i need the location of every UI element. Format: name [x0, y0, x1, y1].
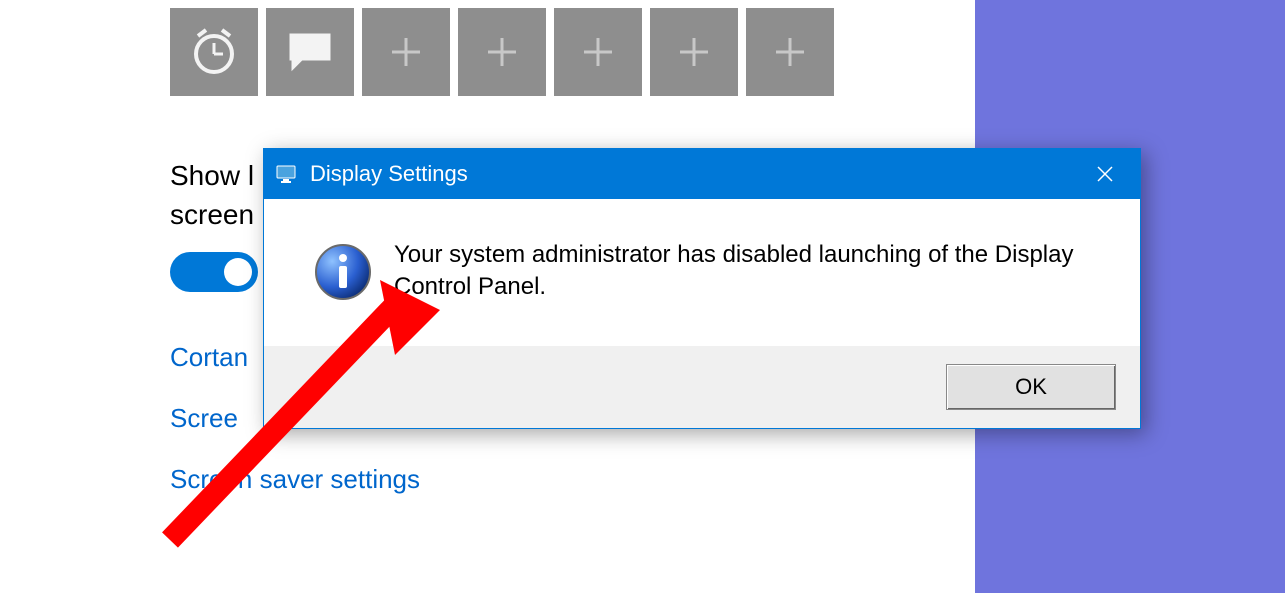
comment-icon: [284, 26, 336, 78]
tile-add-4[interactable]: [650, 8, 738, 96]
dialog-message: Your system administrator has disabled l…: [378, 239, 1110, 306]
dialog-footer: OK: [264, 346, 1140, 428]
tile-add-2[interactable]: [458, 8, 546, 96]
setting-label-line1: Show l: [170, 160, 254, 191]
setting-label-line2: screen: [170, 199, 254, 230]
toggle-switch[interactable]: [170, 252, 258, 292]
tile-alarms[interactable]: [170, 8, 258, 96]
plus-icon: [578, 32, 618, 72]
plus-icon: [386, 32, 426, 72]
plus-icon: [770, 32, 810, 72]
tile-notes[interactable]: [266, 8, 354, 96]
dialog-close-button[interactable]: [1070, 149, 1140, 199]
plus-icon: [482, 32, 522, 72]
dialog-title: Display Settings: [310, 161, 1070, 187]
ok-button[interactable]: OK: [946, 364, 1116, 410]
tile-add-5[interactable]: [746, 8, 834, 96]
plus-icon: [674, 32, 714, 72]
info-icon: [314, 239, 378, 306]
tile-add-1[interactable]: [362, 8, 450, 96]
tile-add-3[interactable]: [554, 8, 642, 96]
dialog-titlebar[interactable]: Display Settings: [264, 149, 1140, 199]
close-icon: [1095, 164, 1115, 184]
clock-icon: [188, 26, 240, 78]
display-settings-dialog: Display Settings Y: [263, 148, 1141, 429]
link-screensaver[interactable]: Screen saver settings: [170, 464, 975, 495]
display-settings-icon: [274, 162, 298, 186]
dialog-body: Your system administrator has disabled l…: [264, 199, 1140, 346]
toggle-knob: [224, 258, 252, 286]
quick-action-tiles: [170, 8, 975, 96]
